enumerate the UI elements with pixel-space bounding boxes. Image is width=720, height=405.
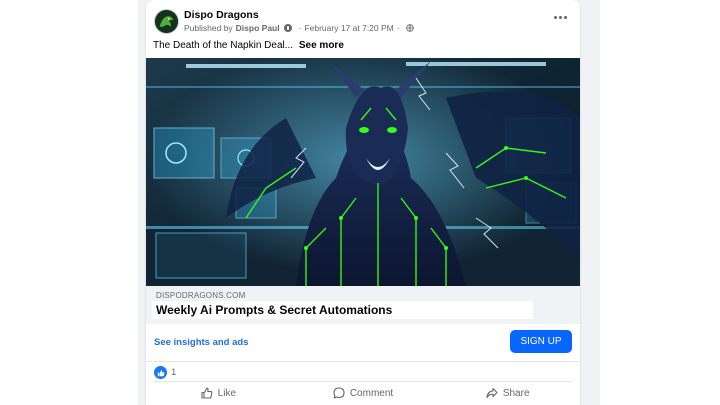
publisher-name[interactable]: Dispo Paul: [236, 23, 280, 33]
share-arrow-icon: [486, 387, 498, 399]
caption-text: The Death of the Napkin Deal...: [153, 40, 294, 51]
insights-link[interactable]: See insights and ads: [154, 337, 249, 348]
link-preview[interactable]: DISPODRAGONS.COM Weekly Ai Prompts & Sec…: [146, 286, 580, 324]
sign-up-button[interactable]: SIGN UP: [510, 330, 572, 353]
share-label: Share: [502, 387, 530, 399]
post-meta: Published by Dispo Paul · February 17 at…: [184, 23, 414, 33]
link-title-box: Weekly Ai Prompts & Secret Automations: [152, 301, 533, 319]
post-header: Dispo Dragons Published by Dispo Paul · …: [146, 0, 580, 40]
share-button[interactable]: Share: [435, 383, 580, 403]
ellipsis-icon[interactable]: [550, 10, 570, 24]
page-name[interactable]: Dispo Dragons: [184, 9, 259, 21]
like-button[interactable]: Like: [146, 383, 291, 403]
link-domain: DISPODRAGONS.COM: [156, 291, 246, 300]
divider: [154, 381, 572, 382]
link-title[interactable]: Weekly Ai Prompts & Secret Automations: [156, 303, 392, 317]
see-more-link[interactable]: See more: [299, 40, 344, 51]
cyber-dragon-illustration: [146, 58, 580, 286]
like-label: Like: [217, 387, 237, 399]
post-card: Dispo Dragons Published by Dispo Paul · …: [146, 0, 580, 405]
reaction-count: 1: [171, 367, 177, 378]
separator: ·: [396, 23, 400, 33]
action-bar: Like Comment Share: [146, 383, 580, 403]
reactions-summary[interactable]: 1: [154, 366, 176, 379]
comment-button[interactable]: Comment: [291, 383, 436, 403]
info-icon[interactable]: [283, 24, 292, 32]
comment-label: Comment: [349, 387, 394, 399]
separator: ·: [298, 23, 302, 33]
post-caption: The Death of the Napkin Deal... See more: [153, 40, 344, 51]
post-date[interactable]: February 17 at 7:20 PM: [304, 23, 393, 33]
dragon-avatar-icon: [155, 10, 178, 33]
post-image[interactable]: [146, 58, 580, 286]
page-avatar[interactable]: [154, 9, 179, 34]
thumbs-up-icon: [154, 366, 167, 379]
globe-icon: [405, 24, 414, 32]
published-by-label: Published by: [184, 23, 233, 33]
thumbs-up-outline-icon: [201, 387, 213, 399]
divider: [146, 361, 580, 362]
speech-bubble-icon: [333, 387, 345, 399]
